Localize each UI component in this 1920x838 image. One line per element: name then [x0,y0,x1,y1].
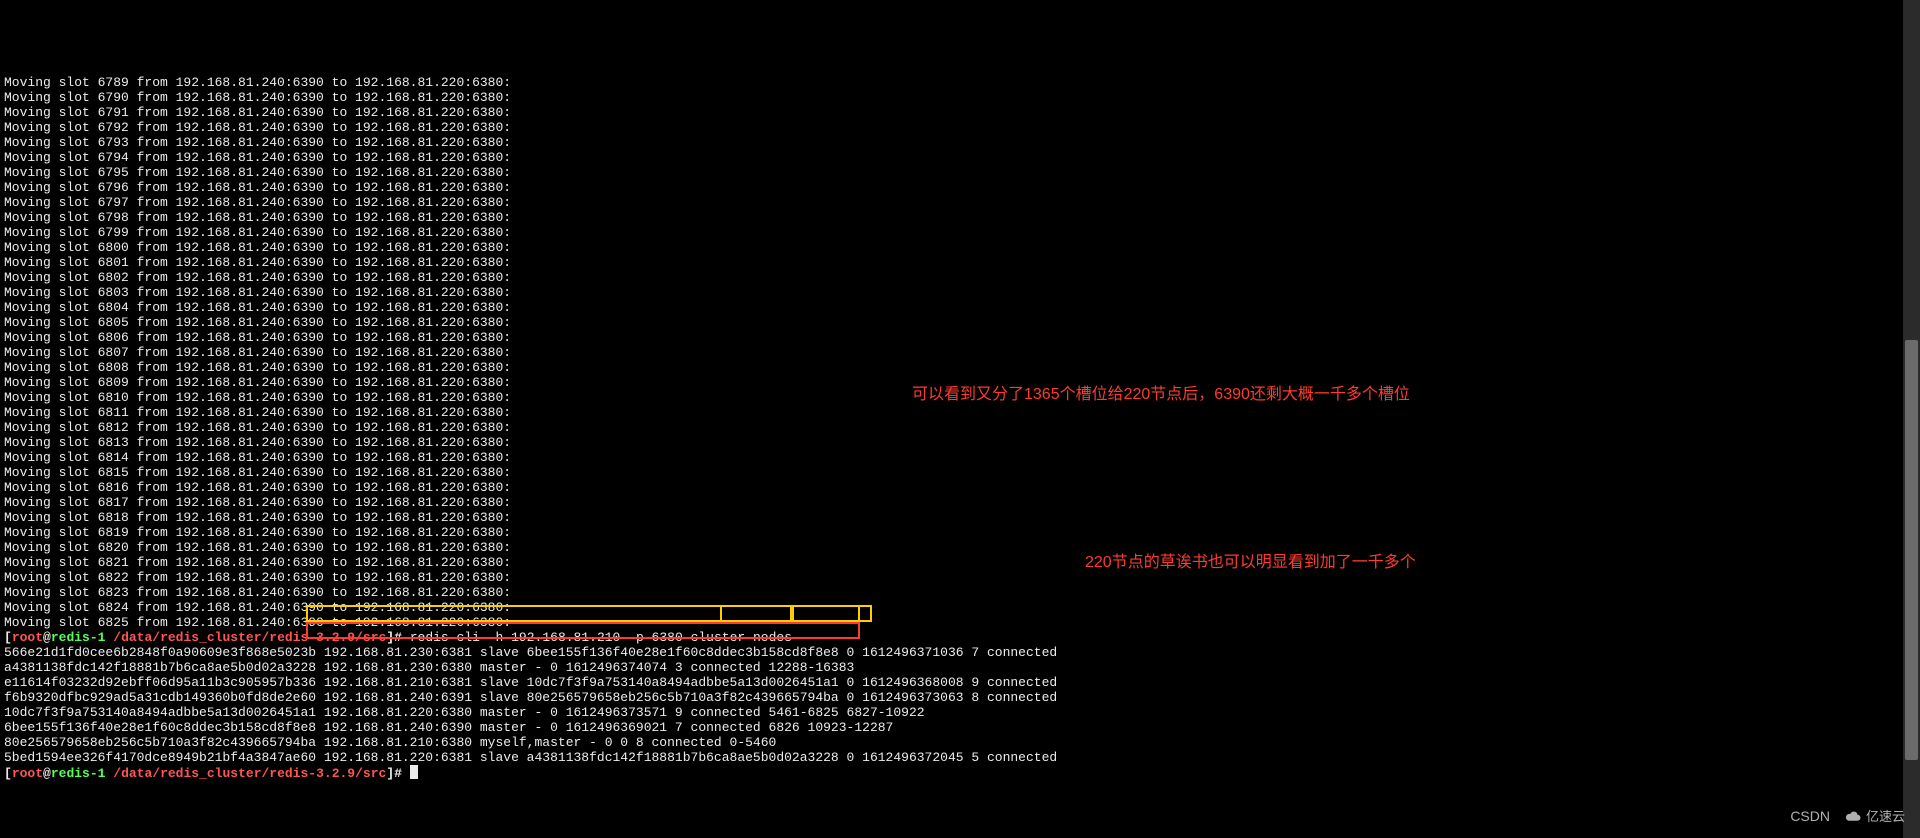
moving-slot-line: Moving slot 6797 from 192.168.81.240:639… [4,195,1916,210]
moving-slot-line: Moving slot 6815 from 192.168.81.240:639… [4,465,1916,480]
terminal-screenshot: Moving slot 6789 from 192.168.81.240:639… [0,0,1920,838]
moving-slot-line: Moving slot 6806 from 192.168.81.240:639… [4,330,1916,345]
moving-slot-line: Moving slot 6819 from 192.168.81.240:639… [4,525,1916,540]
moving-slot-line: Moving slot 6790 from 192.168.81.240:639… [4,90,1916,105]
moving-slot-line: Moving slot 6795 from 192.168.81.240:639… [4,165,1916,180]
cluster-node-line: 566e21d1fd0cee6b2848f0a90609e3f868e5023b… [4,645,1916,660]
watermark-csdn: CSDN [1790,809,1830,824]
moving-slot-line: Moving slot 6792 from 192.168.81.240:639… [4,120,1916,135]
moving-slot-line: Moving slot 6825 from 192.168.81.240:639… [4,615,1916,630]
moving-slot-line: Moving slot 6805 from 192.168.81.240:639… [4,315,1916,330]
moving-slot-line: Moving slot 6799 from 192.168.81.240:639… [4,225,1916,240]
cursor [410,765,418,779]
moving-slot-line: Moving slot 6823 from 192.168.81.240:639… [4,585,1916,600]
watermark-yisu: 亿速云 [1844,809,1905,824]
moving-slot-line: Moving slot 6807 from 192.168.81.240:639… [4,345,1916,360]
moving-slot-line: Moving slot 6802 from 192.168.81.240:639… [4,270,1916,285]
terminal-output: Moving slot 6789 from 192.168.81.240:639… [4,75,1916,780]
moving-slot-line: Moving slot 6814 from 192.168.81.240:639… [4,450,1916,465]
moving-slot-line: Moving slot 6817 from 192.168.81.240:639… [4,495,1916,510]
prompt-command[interactable]: [root@redis-1 /data/redis_cluster/redis-… [4,630,1916,645]
cluster-node-line: 6bee155f136f40e28e1f60c8ddec3b158cd8f8e8… [4,720,1916,735]
moving-slot-line: Moving slot 6821 from 192.168.81.240:639… [4,555,1916,570]
cluster-node-line: 5bed1594ee326f4170dce8949b21bf4a3847ae60… [4,750,1916,765]
moving-slot-line: Moving slot 6824 from 192.168.81.240:639… [4,600,1916,615]
moving-slot-line: Moving slot 6794 from 192.168.81.240:639… [4,150,1916,165]
moving-slot-line: Moving slot 6801 from 192.168.81.240:639… [4,255,1916,270]
moving-slot-line: Moving slot 6791 from 192.168.81.240:639… [4,105,1916,120]
moving-slot-line: Moving slot 6808 from 192.168.81.240:639… [4,360,1916,375]
moving-slot-line: Moving slot 6818 from 192.168.81.240:639… [4,510,1916,525]
moving-slot-line: Moving slot 6816 from 192.168.81.240:639… [4,480,1916,495]
moving-slot-line: Moving slot 6810 from 192.168.81.240:639… [4,390,1916,405]
moving-slot-line: Moving slot 6804 from 192.168.81.240:639… [4,300,1916,315]
cluster-node-line: 80e256579658eb256c5b710a3f82c439665794ba… [4,735,1916,750]
moving-slot-line: Moving slot 6789 from 192.168.81.240:639… [4,75,1916,90]
moving-slot-line: Moving slot 6800 from 192.168.81.240:639… [4,240,1916,255]
prompt-idle[interactable]: [root@redis-1 /data/redis_cluster/redis-… [4,765,1916,780]
cluster-node-line: 10dc7f3f9a753140a8494adbbe5a13d0026451a1… [4,705,1916,720]
cloud-icon [1844,810,1862,824]
moving-slot-line: Moving slot 6798 from 192.168.81.240:639… [4,210,1916,225]
moving-slot-line: Moving slot 6793 from 192.168.81.240:639… [4,135,1916,150]
moving-slot-line: Moving slot 6813 from 192.168.81.240:639… [4,435,1916,450]
moving-slot-line: Moving slot 6811 from 192.168.81.240:639… [4,405,1916,420]
moving-slot-line: Moving slot 6803 from 192.168.81.240:639… [4,285,1916,300]
moving-slot-line: Moving slot 6796 from 192.168.81.240:639… [4,180,1916,195]
command-text: redis-cli -h 192.168.81.210 -p 6380 clus… [410,630,792,645]
moving-slot-line: Moving slot 6820 from 192.168.81.240:639… [4,540,1916,555]
cluster-node-line: a4381138fdc142f18881b7b6ca8ae5b0d02a3228… [4,660,1916,675]
moving-slot-line: Moving slot 6812 from 192.168.81.240:639… [4,420,1916,435]
cluster-node-line: f6b9320dfbc929ad5a31cdb149360b0fd8de2e60… [4,690,1916,705]
cluster-node-line: e11614f03232d92ebff06d95a11b3c905957b336… [4,675,1916,690]
watermark-bar: CSDN 亿速云 [1790,809,1905,824]
moving-slot-line: Moving slot 6809 from 192.168.81.240:639… [4,375,1916,390]
moving-slot-line: Moving slot 6822 from 192.168.81.240:639… [4,570,1916,585]
